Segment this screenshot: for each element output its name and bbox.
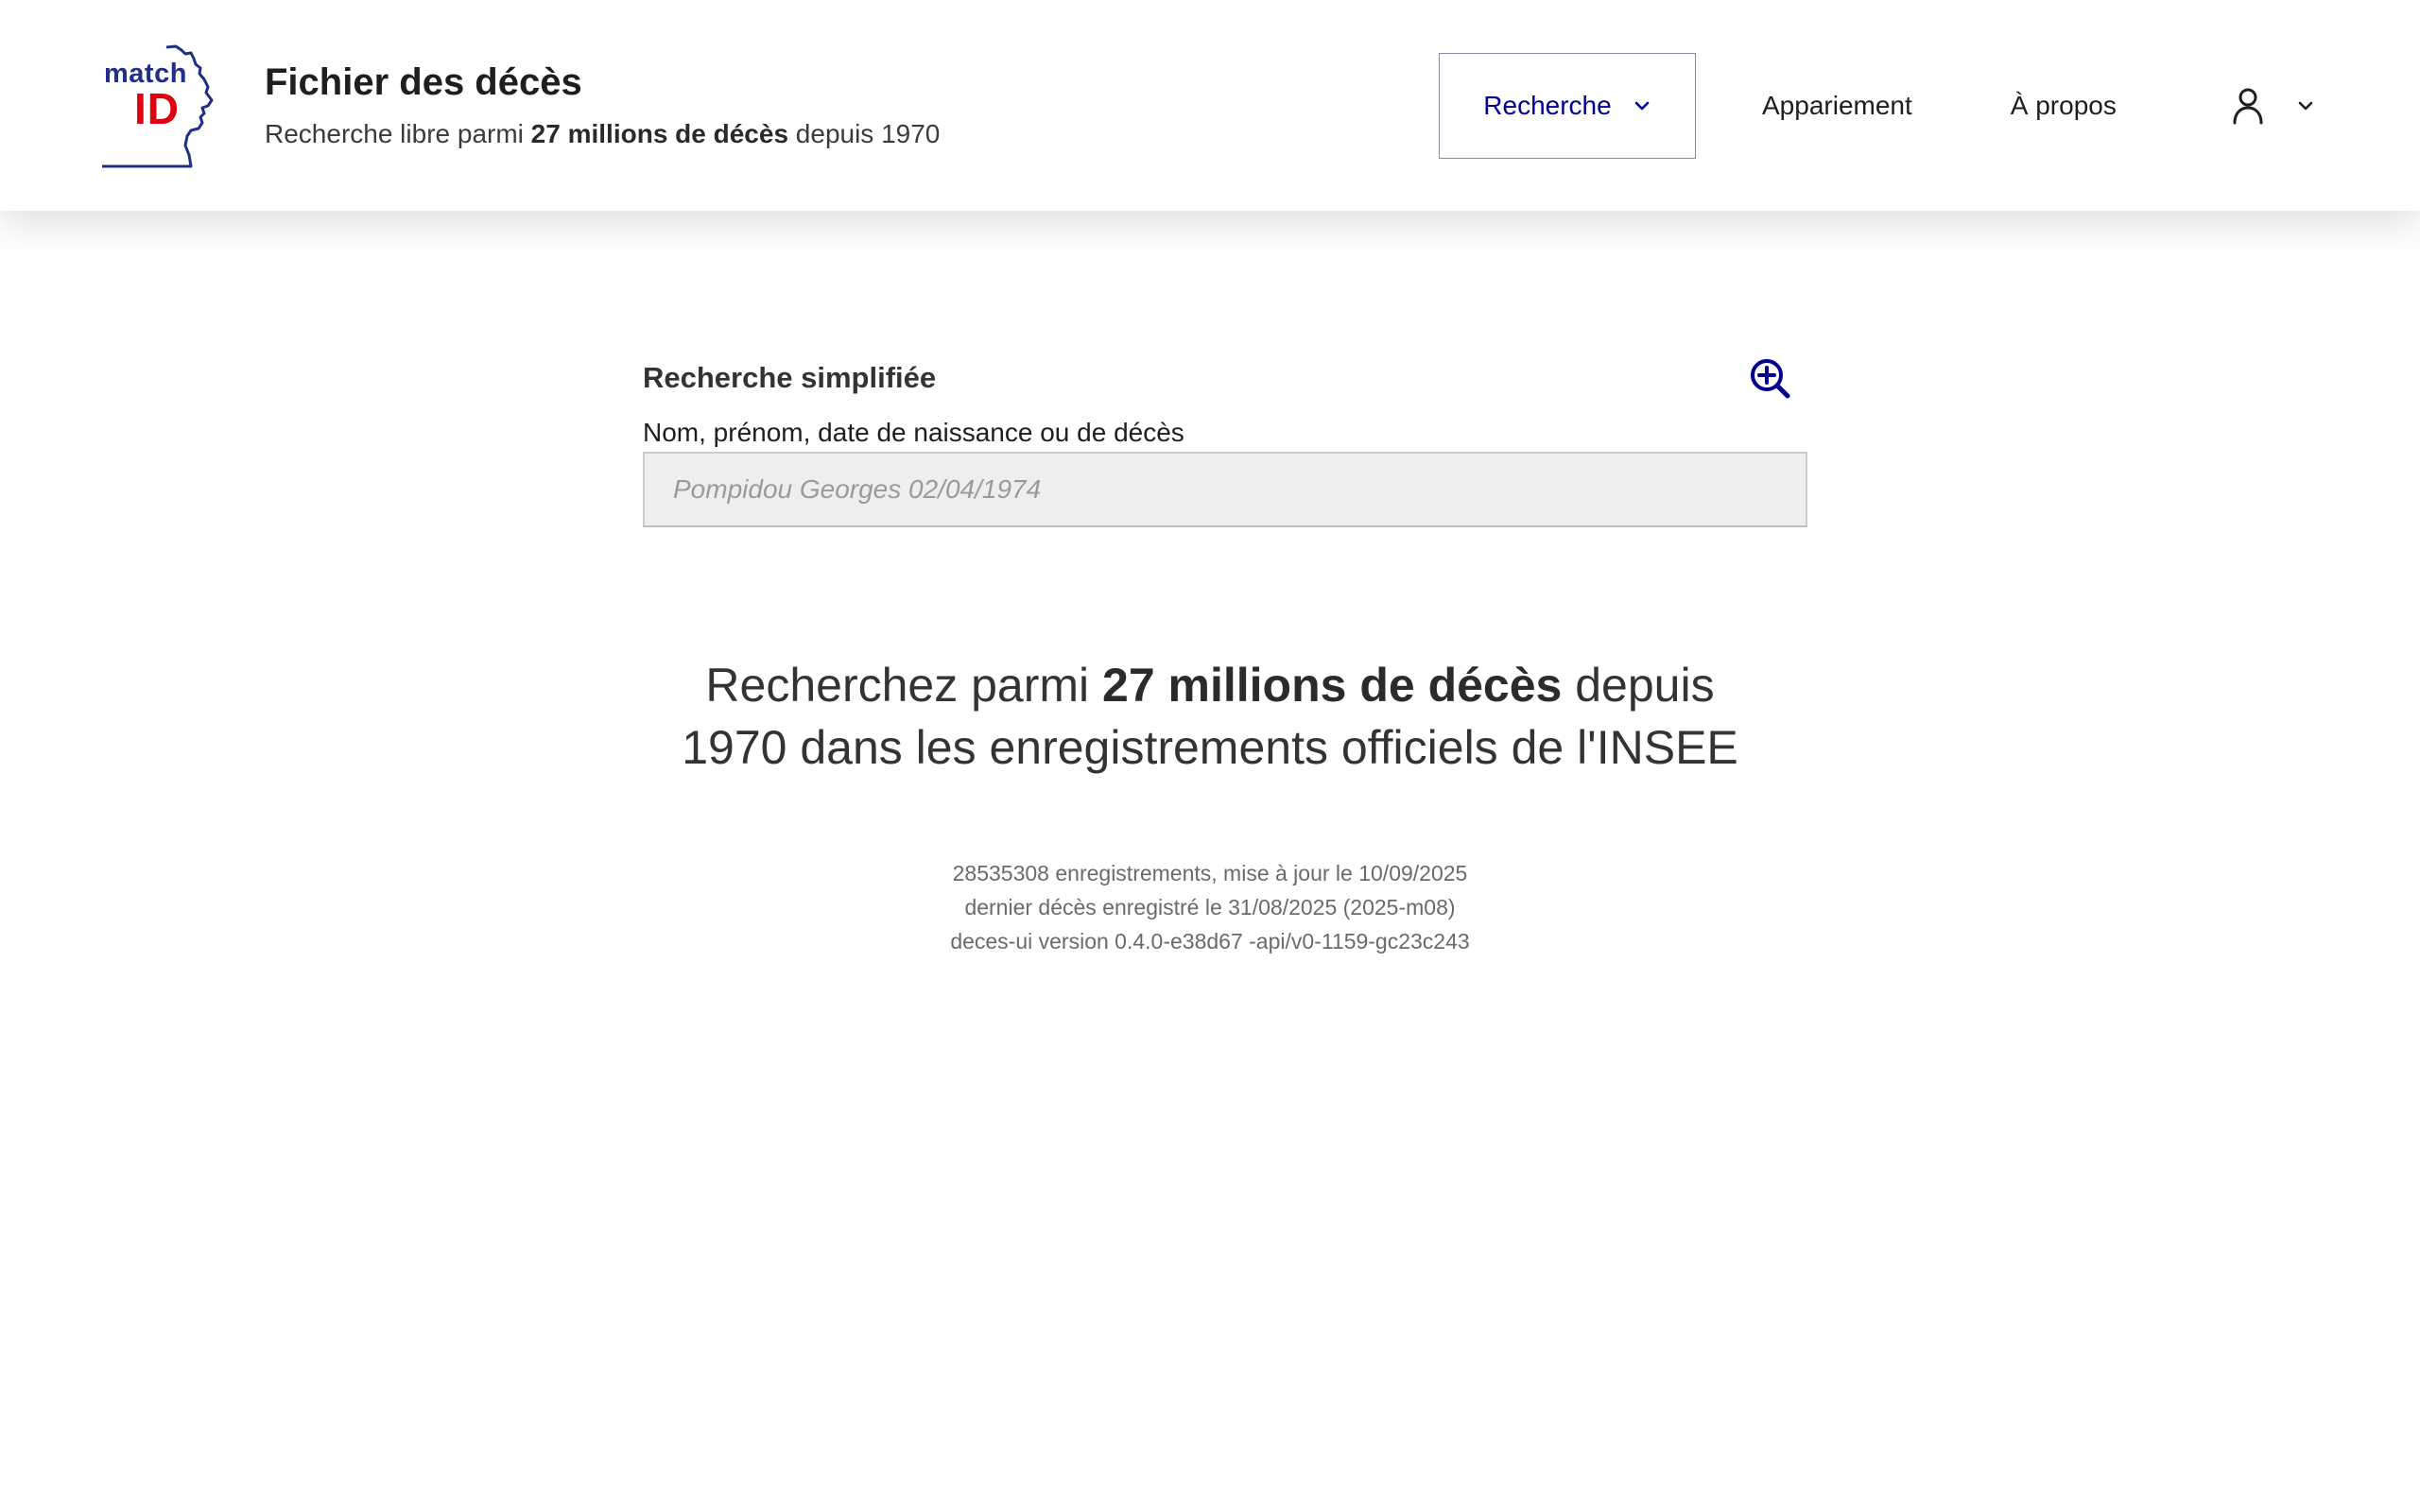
tagline-suffix: depuis 1970 [788,119,941,149]
hero-prefix: Recherchez parmi [705,659,1103,712]
hero-suffix: depuis [1562,659,1715,712]
nav-matching-link[interactable]: Appariement [1762,53,1912,159]
nav-search-label: Recherche [1483,91,1612,120]
hero-line-2: 1970 dans les enregistrements officiels … [682,721,1738,774]
site-title: Fichier des décès [265,61,582,104]
nav-about-label: À propos [2010,91,2117,120]
tagline-prefix: Recherche libre parmi [265,119,531,149]
advanced-search-toggle[interactable] [1747,355,1794,403]
last-death-info: dernier décès enregistré le 31/08/2025 (… [964,895,1456,919]
nav-about-link[interactable]: À propos [2011,53,2117,159]
logo-text-id: ID [134,84,180,133]
simple-search-form: Recherche simplifiée Nom, prénom, date d… [643,355,1807,527]
site-tagline: Recherche libre parmi 27 millions de déc… [265,118,940,150]
user-icon [2233,88,2263,125]
user-menu-button[interactable] [2230,53,2315,159]
search-field-label: Nom, prénom, date de naissance ou de déc… [643,418,1184,447]
zoom-in-icon [1751,359,1790,399]
nav-search-dropdown[interactable]: Recherche [1439,53,1696,159]
search-title: Recherche simplifiée [643,361,937,394]
chevron-down-icon [2298,101,2313,111]
chevron-down-icon [1634,101,1650,111]
hero-text: Recherchez parmi 27 millions de décès de… [0,654,2420,779]
brand-text: Fichier des décès Recherche libre parmi … [265,61,940,150]
records-count: 28535308 enregistrements, mise à jour le… [952,861,1468,885]
tagline-bold: 27 millions de décès [530,119,789,149]
search-input[interactable] [643,452,1807,527]
nav-matching-label: Appariement [1762,91,1912,120]
hero-bold: 27 millions de décès [1102,659,1563,712]
home-link[interactable]: match ID Fichier des décès Recherche lib… [100,42,940,170]
hero-line-1: Recherchez parmi 27 millions de décès de… [0,654,2420,716]
site-header: match ID Fichier des décès Recherche lib… [0,0,2420,211]
version-info: deces-ui version 0.4.0-e38d67 -api/v0-11… [950,929,1470,954]
matchid-logo: match ID [100,42,223,170]
dataset-info: 28535308 enregistrements, mise à jour le… [0,856,2420,958]
main-nav: Recherche Appariement À propos [1439,53,2315,159]
